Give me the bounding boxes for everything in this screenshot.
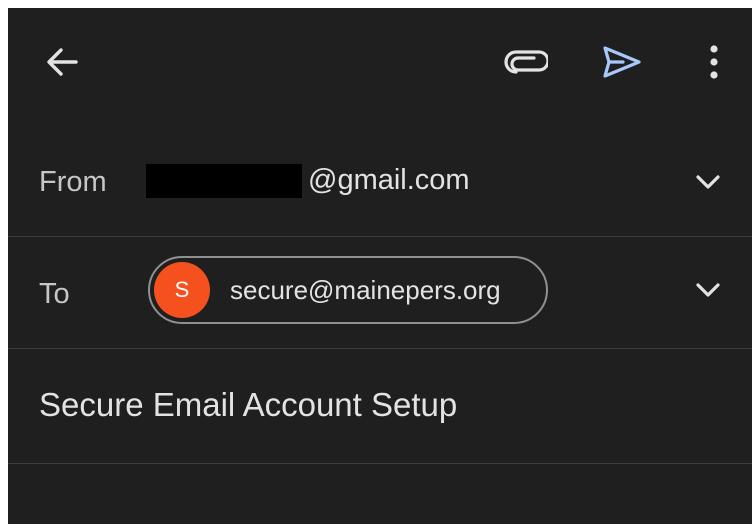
more-options-button[interactable]: [688, 36, 740, 88]
from-expand-button[interactable]: [688, 162, 728, 202]
to-field: To S secure@mainepers.org: [8, 236, 752, 348]
subject-field[interactable]: Secure Email Account Setup: [8, 348, 752, 463]
attach-button[interactable]: [500, 36, 552, 88]
recipient-chip[interactable]: S secure@mainepers.org: [148, 256, 548, 324]
send-icon: [603, 46, 641, 78]
from-field: From @gmail.com: [8, 136, 752, 236]
from-email-domain[interactable]: @gmail.com: [308, 164, 470, 197]
chevron-down-icon: [696, 283, 720, 297]
compose-body[interactable]: [8, 464, 752, 524]
more-vert-icon: [710, 45, 718, 79]
subject-text[interactable]: Secure Email Account Setup: [39, 386, 457, 424]
top-app-bar: [8, 8, 752, 118]
arrow-back-icon: [47, 48, 78, 76]
back-button[interactable]: [36, 36, 88, 88]
send-button[interactable]: [596, 36, 648, 88]
recipient-email: secure@mainepers.org: [230, 274, 501, 305]
from-label: From: [39, 166, 107, 198]
recipient-avatar: S: [154, 262, 210, 318]
redacted-username: [146, 164, 302, 198]
compose-screen: From @gmail.com To S secure@mainepers.or…: [8, 8, 752, 524]
chevron-down-icon: [696, 175, 720, 189]
to-expand-button[interactable]: [688, 270, 728, 310]
paperclip-icon: [504, 50, 548, 74]
to-label: To: [39, 278, 70, 310]
